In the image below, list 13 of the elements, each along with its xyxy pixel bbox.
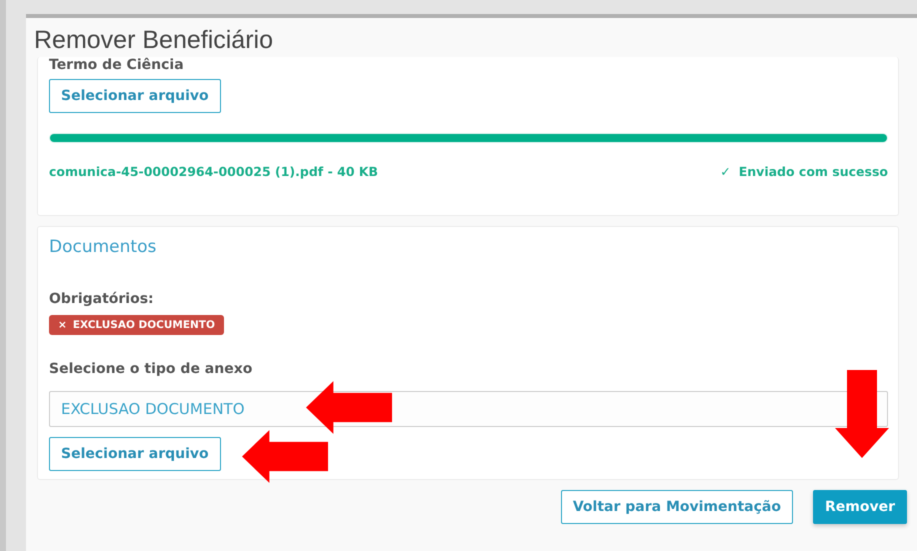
section-title: Documentos <box>49 237 158 257</box>
window-title: Remover Beneficiário <box>34 26 274 55</box>
field-label: Obrigatórios: <box>49 291 155 307</box>
upload-status: Enviado com sucesso <box>738 164 888 179</box>
field-label: Termo de Ciência <box>49 57 185 73</box>
back-button[interactable]: Voltar para Movimentação <box>560 490 793 524</box>
check-icon: ✓ <box>720 164 731 179</box>
remove-button[interactable]: Remover <box>812 490 907 524</box>
field-label: Selecione o tipo de anexo <box>49 361 254 377</box>
select-file-button[interactable]: Selecionar arquivo <box>49 437 221 471</box>
required-tag: × EXCLUSAO DOCUMENTO <box>49 315 224 335</box>
select-file-button[interactable]: Selecionar arquivo <box>49 79 221 113</box>
file-name: comunica-45-00002964-000025 (1).pdf - 40 KB <box>49 164 378 179</box>
